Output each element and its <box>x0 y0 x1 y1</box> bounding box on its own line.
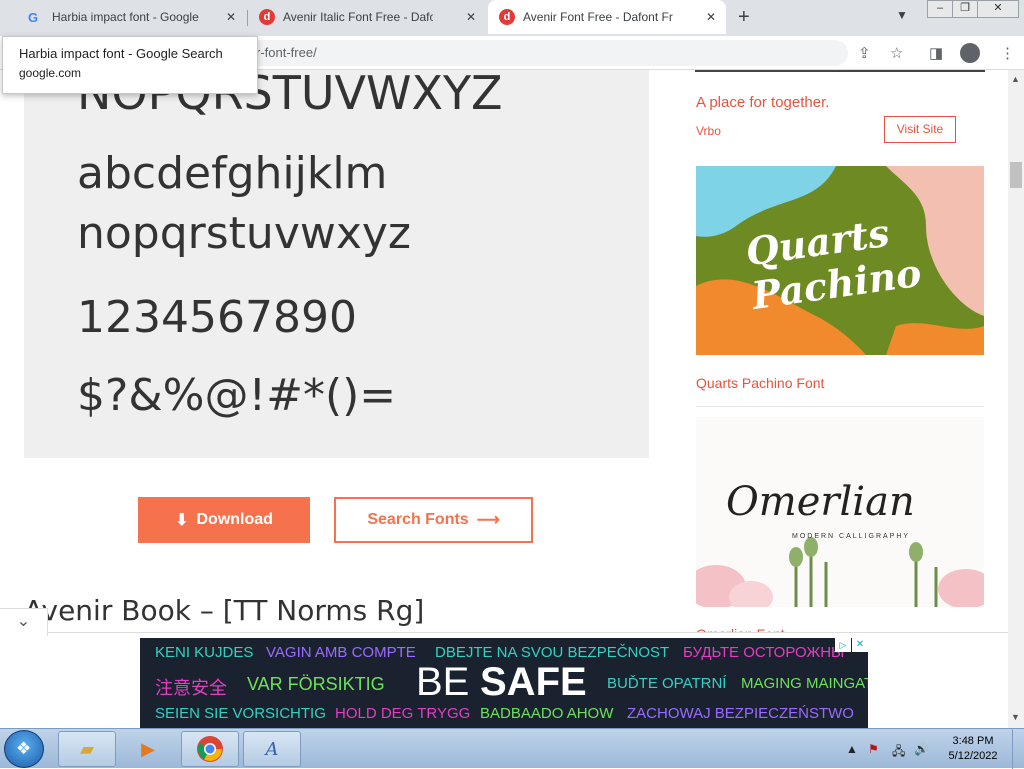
tray-expand-icon[interactable]: ▲ <box>846 742 858 756</box>
close-tab-icon[interactable]: ✕ <box>704 10 718 24</box>
banner-word: ZACHOWAJ BEZPIECZEŃSTWO <box>627 705 854 722</box>
tab-title: Harbia impact font - Google Search <box>52 10 202 24</box>
tab-title: Avenir Italic Font Free - Dafont Fr <box>283 10 433 24</box>
be-safe-banner[interactable]: KENI KUJDES VAGIN AMB COMPTE DBEJTE NA S… <box>140 638 868 728</box>
banner-word: BADBAADO AHOW <box>480 705 614 722</box>
preview-symbols: $?&%@!#*()= <box>77 370 397 421</box>
minimize-button[interactable]: – <box>927 0 953 18</box>
media-player-icon: ▶ <box>141 738 155 759</box>
preview-lowercase-2: nopqrstuvwxyz <box>77 208 412 259</box>
omerlian-thumb-subtitle: MODERN CALLIGRAPHY <box>792 533 911 540</box>
dafont-icon: d <box>259 9 275 25</box>
tab-title: Avenir Font Free - Dafont Free <box>523 10 673 24</box>
preview-lowercase-1: abcdefghijklm <box>77 148 388 199</box>
chevron-down-icon: ⌄ <box>16 613 31 630</box>
banner-headline-be: BE <box>416 660 470 704</box>
banner-word: VAGIN AMB COMPTE <box>266 644 416 661</box>
download-label: Download <box>196 511 273 528</box>
omerlian-thumbnail[interactable]: Omerlian MODERN CALLIGRAPHY <box>696 417 984 607</box>
tooltip-domain: google.com <box>19 66 82 80</box>
font-app-icon: A <box>265 738 279 760</box>
visit-site-button[interactable]: Visit Site <box>884 116 956 143</box>
banner-word: 注意安全 <box>155 678 227 698</box>
quarts-pachino-link[interactable]: Quarts Pachino Font <box>696 375 824 391</box>
tab-strip: G Harbia impact font - Google Search ✕ d… <box>0 0 1024 36</box>
restore-button[interactable]: ❐ <box>952 0 978 18</box>
windows-logo-icon: ❖ <box>16 739 32 758</box>
menu-icon[interactable]: ⋮ <box>1000 44 1015 62</box>
taskbar-media-player[interactable]: ▶ <box>120 731 176 767</box>
profile-avatar[interactable] <box>960 43 980 63</box>
explorer-icon: ▰ <box>80 738 94 759</box>
tab-avenir-italic[interactable]: d Avenir Italic Font Free - Dafont Fr ✕ <box>248 0 486 34</box>
section-heading: Avenir Book – [TT Norms Rg] <box>24 594 425 627</box>
share-icon[interactable]: ⇪ <box>858 44 871 62</box>
tab-avenir-font-free[interactable]: d Avenir Font Free - Dafont Free ✕ <box>488 0 726 34</box>
adchoices-icon[interactable]: ▷ <box>835 638 851 652</box>
url-text: r-font-free/ <box>256 45 317 60</box>
omerlian-thumb-text: Omerlian <box>726 479 915 525</box>
banner-word: DBEJTE NA SVOU BEZPEČNOST <box>435 644 670 661</box>
collapse-ad-button[interactable]: ⌄ <box>0 608 48 636</box>
volume-icon[interactable]: 🔊 <box>914 742 929 756</box>
close-window-button[interactable]: ✕ <box>977 0 1019 18</box>
vertical-scrollbar[interactable]: ▲ ▼ <box>1008 70 1024 728</box>
banner-word: SEIEN SIE VORSICHTIG <box>155 705 326 722</box>
side-panel-icon[interactable]: ◨ <box>929 44 943 62</box>
banner-word: BUĎTE OPATRNÍ <box>607 675 727 692</box>
dafont-icon: d <box>499 9 515 25</box>
tooltip-title: Harbia impact font - Google Search <box>19 46 223 61</box>
preview-digits: 1234567890 <box>77 292 357 343</box>
action-center-icon[interactable]: ⚑ <box>868 742 879 756</box>
banner-word: БУДЬТЕ ОСТОРОЖНЫ <box>683 644 845 661</box>
close-tab-icon[interactable]: ✕ <box>224 10 238 24</box>
ad-brand[interactable]: Vrbo <box>696 124 721 138</box>
arrow-right-icon: ⟶ <box>476 512 500 529</box>
search-fonts-label: Search Fonts <box>367 511 469 528</box>
banner-headline-safe: SAFE <box>480 660 587 704</box>
taskbar-font-app[interactable]: A <box>243 731 301 767</box>
system-clock[interactable]: 3:48 PM 5/12/2022 <box>940 734 1006 764</box>
scrollbar-thumb[interactable] <box>1010 162 1022 188</box>
windows-taskbar: ❖ ▰ ▶ A ▲ ⚑ 🖧 🔊 3:48 PM 5/12/2022 <box>0 728 1024 769</box>
taskbar-explorer[interactable]: ▰ <box>58 731 116 767</box>
scroll-up-icon[interactable]: ▲ <box>1011 74 1020 84</box>
clock-time: 3:48 PM <box>952 735 994 747</box>
sidebar-divider <box>696 406 984 407</box>
start-button[interactable]: ❖ <box>4 730 44 768</box>
download-icon: ⬇ <box>175 512 189 529</box>
page-content: NOPQRSTUVWXYZ abcdefghijklm nopqrstuvwxy… <box>0 70 1008 638</box>
banner-word: MAGING MAINGAT <box>741 675 868 692</box>
ad-tagline[interactable]: A place for together. <box>696 94 829 111</box>
ad-divider <box>695 70 985 72</box>
new-tab-icon[interactable]: + <box>738 6 750 29</box>
banner-word: KENI KUJDES <box>155 644 254 661</box>
clock-date: 5/12/2022 <box>948 750 998 762</box>
chevron-down-icon[interactable]: ▼ <box>896 8 908 22</box>
network-icon[interactable]: 🖧 <box>892 742 905 763</box>
quarts-pachino-thumbnail[interactable]: Quarts Pachino <box>696 166 984 355</box>
close-ad-icon[interactable]: ✕ <box>852 638 868 652</box>
tab-google-search[interactable]: G Harbia impact font - Google Search ✕ <box>8 0 246 34</box>
taskbar-chrome[interactable] <box>181 731 239 767</box>
scroll-down-icon[interactable]: ▼ <box>1011 712 1020 722</box>
google-icon: G <box>28 10 39 25</box>
search-fonts-button[interactable]: Search Fonts ⟶ <box>334 497 533 543</box>
font-preview-panel: NOPQRSTUVWXYZ abcdefghijklm nopqrstuvwxy… <box>24 70 649 458</box>
tab-hover-tooltip: Harbia impact font - Google Search googl… <box>2 36 258 94</box>
download-button[interactable]: ⬇ Download <box>138 497 310 543</box>
banner-word: VAR FÖRSIKTIG <box>247 674 385 694</box>
show-desktop-button[interactable] <box>1012 729 1024 769</box>
banner-word: HOLD DEG TRYGG <box>335 705 471 722</box>
chrome-icon <box>197 736 223 762</box>
bookmark-star-icon[interactable]: ☆ <box>890 44 903 62</box>
close-tab-icon[interactable]: ✕ <box>464 10 478 24</box>
